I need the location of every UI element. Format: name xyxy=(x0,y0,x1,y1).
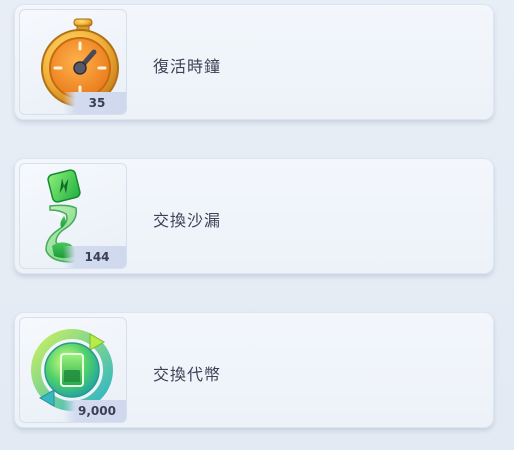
item-name: 復活時鐘 xyxy=(153,57,222,76)
item-icon-frame: 144 xyxy=(19,163,127,269)
item-card-exchange-hourglass[interactable]: 144 交換沙漏 xyxy=(14,158,494,274)
item-count: 9,000 xyxy=(63,400,126,422)
item-card-exchange-token[interactable]: 9,000 交換代幣 xyxy=(14,312,494,428)
item-count: 144 xyxy=(63,246,126,268)
item-icon-frame: 35 xyxy=(19,9,127,115)
item-name: 交換沙漏 xyxy=(153,211,222,230)
item-name: 交換代幣 xyxy=(153,365,222,384)
item-card-revival-clock[interactable]: 35 復活時鐘 xyxy=(14,4,494,120)
item-count: 35 xyxy=(63,92,126,114)
item-icon-frame: 9,000 xyxy=(19,317,127,423)
